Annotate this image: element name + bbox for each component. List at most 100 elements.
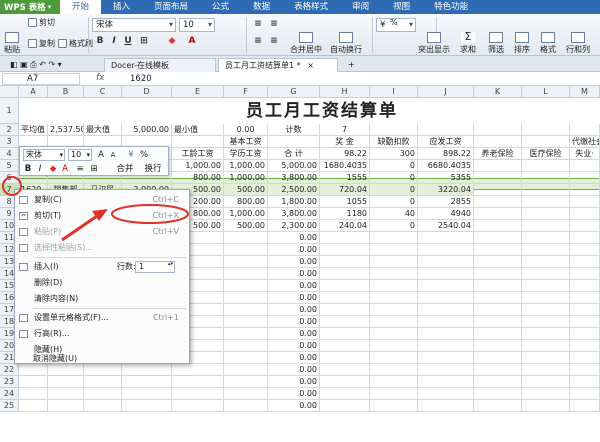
grid-cell[interactable] [122,376,172,388]
data-cell[interactable]: 2,500.00 [268,184,320,196]
grid-cell[interactable] [320,268,370,280]
grid-cell[interactable] [320,280,370,292]
grid-cell[interactable] [418,232,474,244]
font-size-select[interactable]: 10 [179,18,215,32]
grid-cell[interactable] [570,304,600,316]
grid-cell[interactable] [224,376,268,388]
grid-cell[interactable] [570,220,600,232]
data-cell[interactable]: 0.00 [224,124,268,136]
row-col-button[interactable]: 行和列 [566,32,590,55]
data-cell[interactable]: 合 计 [268,148,320,160]
menu-item-clear-contents[interactable]: 清除内容(N) [15,291,189,307]
grid-cell[interactable] [570,340,600,352]
column-header[interactable]: I [370,86,418,98]
grid-cell[interactable] [522,376,570,388]
grid-cell[interactable] [370,328,418,340]
grid-cell[interactable] [522,172,570,184]
grid-cell[interactable] [418,280,474,292]
data-cell[interactable]: 应发工资 [418,136,474,148]
grid-cell[interactable] [320,304,370,316]
menu-tab-insert[interactable]: 插入 [101,0,142,14]
grid-cell[interactable] [474,124,522,136]
grid-cell[interactable] [474,400,522,412]
mini-border-icon[interactable]: ⊞ [88,163,100,175]
data-cell[interactable]: 0 [370,184,418,196]
grid-cell[interactable] [474,376,522,388]
row-header[interactable]: 24 [0,388,19,400]
data-cell[interactable]: 代缴社会 [570,136,600,148]
align-left-icon[interactable]: ≡ [252,35,264,47]
grid-cell[interactable] [370,316,418,328]
highlight-duplicates-button[interactable]: 突出显示 [418,32,450,55]
grid-cell[interactable] [122,400,172,412]
mini-wrap-button[interactable]: 换行 [140,163,166,175]
data-cell[interactable]: 5355 [418,172,474,184]
grid-cell[interactable] [370,400,418,412]
menu-item-paste[interactable]: 粘贴(P) Ctrl+V [15,224,189,240]
grid-cell[interactable] [19,376,48,388]
data-cell[interactable]: 0.00 [268,352,320,364]
data-cell[interactable]: 失业· [570,148,600,160]
data-cell[interactable]: 0.00 [268,292,320,304]
grid-cell[interactable] [172,400,224,412]
column-header[interactable]: G [268,86,320,98]
data-cell[interactable]: 500.00 [224,184,268,196]
data-cell[interactable]: 平均值 [19,124,48,136]
grid-cell[interactable] [474,196,522,208]
grid-cell[interactable] [224,292,268,304]
data-cell[interactable]: 800.00 [224,196,268,208]
grid-cell[interactable] [474,388,522,400]
grid-cell[interactable] [474,208,522,220]
grid-cell[interactable] [418,376,474,388]
grid-cell[interactable] [570,268,600,280]
data-cell[interactable]: 0.00 [268,304,320,316]
data-cell[interactable]: 1680.4035 [320,160,370,172]
grid-cell[interactable] [474,268,522,280]
italic-button[interactable]: I [108,35,120,47]
data-cell[interactable]: 计数 [268,124,320,136]
grid-cell[interactable] [474,220,522,232]
grid-cell[interactable] [570,352,600,364]
data-cell[interactable]: 0 [370,196,418,208]
grid-cell[interactable] [522,304,570,316]
grid-cell[interactable] [522,268,570,280]
grid-cell[interactable] [570,388,600,400]
wps-app-menu-button[interactable]: WPS 表格 ▾ [0,0,60,14]
menu-item-row-height[interactable]: 行高(R)... [15,326,189,342]
grid-cell[interactable] [320,364,370,376]
data-cell[interactable]: 最大值 [84,124,122,136]
grid-cell[interactable] [522,364,570,376]
grid-cell[interactable] [418,292,474,304]
data-cell[interactable]: 720.04 [320,184,370,196]
grid-cell[interactable] [474,340,522,352]
row-header[interactable]: 6 [0,172,19,184]
data-cell[interactable]: 4940 [418,208,474,220]
row-header[interactable]: 23 [0,376,19,388]
font-color-icon[interactable]: A [186,35,198,47]
grid-cell[interactable] [370,256,418,268]
grid-cell[interactable] [370,352,418,364]
menu-tab-table-style[interactable]: 表格样式 [282,0,340,14]
grid-cell[interactable] [320,376,370,388]
font-name-select[interactable]: 宋体 [92,18,176,32]
grid-cell[interactable] [522,328,570,340]
grid-cell[interactable] [418,388,474,400]
grid-cell[interactable] [418,268,474,280]
grid-cell[interactable] [370,340,418,352]
grid-cell[interactable] [224,268,268,280]
align-top-icon[interactable]: ≡ [252,18,264,30]
data-cell[interactable]: 最小值 [172,124,224,136]
data-cell[interactable]: 1,000.00 [224,160,268,172]
grid-cell[interactable] [522,220,570,232]
grid-cell[interactable] [418,364,474,376]
grid-cell[interactable] [320,316,370,328]
grid-cell[interactable] [522,232,570,244]
data-cell[interactable]: 1555 [320,172,370,184]
fill-color-icon[interactable]: ◆ [166,35,178,47]
grid-cell[interactable] [522,184,570,196]
menu-item-paste-special[interactable]: 选择性粘贴(S)... [15,240,189,256]
column-header[interactable]: E [172,86,224,98]
data-cell[interactable]: 工龄工资 [172,148,224,160]
data-cell[interactable]: 898.22 [418,148,474,160]
bold-button[interactable]: B [94,35,106,47]
